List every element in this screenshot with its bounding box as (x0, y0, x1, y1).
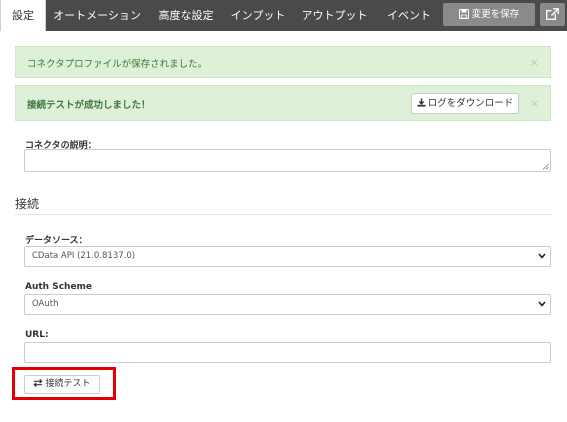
auth-scheme-label: Auth Scheme (25, 282, 93, 292)
test-connection-button[interactable]: 接続テスト (24, 375, 100, 394)
highlight-box: 接続テスト (12, 367, 116, 400)
tab-output[interactable]: アウトプット (292, 0, 377, 31)
datasource-select[interactable]: CData API (21.0.8137.0) (24, 246, 551, 267)
save-changes-button[interactable]: 変更を保存 (443, 3, 535, 26)
tab-events[interactable]: イベント (378, 0, 440, 31)
profile-saved-alert: コネクタプロファイルが保存されました。 × (15, 46, 551, 78)
close-icon[interactable]: × (530, 56, 539, 69)
tab-settings[interactable]: 設定 (0, 0, 46, 31)
download-log-button[interactable]: ログをダウンロード (411, 93, 519, 114)
save-changes-label: 変更を保存 (471, 9, 520, 20)
download-log-label: ログをダウンロード (427, 98, 514, 109)
close-icon[interactable]: × (530, 97, 539, 110)
open-external-button[interactable] (540, 3, 565, 26)
test-connection-label: 接続テスト (45, 379, 91, 389)
section-divider (15, 214, 551, 215)
profile-saved-message: コネクタプロファイルが保存されました。 (27, 59, 208, 70)
auth-scheme-value: OAuth (32, 299, 59, 309)
tab-automation[interactable]: オートメーション (47, 0, 147, 31)
test-success-alert: 接続テストが成功しました！ ログをダウンロード × (15, 85, 551, 121)
auth-scheme-select[interactable]: OAuth (24, 294, 551, 315)
url-input[interactable] (24, 342, 551, 363)
download-icon (417, 98, 426, 107)
tab-input[interactable]: インプット (225, 0, 291, 31)
tab-advanced[interactable]: 高度な設定 (148, 0, 224, 31)
save-icon (458, 9, 469, 19)
datasource-label: データソース： (25, 236, 88, 246)
test-success-message: 接続テストが成功しました！ (27, 100, 151, 111)
top-navbar: 設定 オートメーション 高度な設定 インプット アウトプット イベント 変更を保… (0, 0, 567, 31)
url-label: URL: (25, 330, 49, 340)
section-title-connection: 接続 (15, 197, 40, 211)
resize-grip-icon[interactable] (542, 163, 549, 170)
description-textarea[interactable] (24, 149, 551, 172)
chevron-down-icon (538, 301, 546, 307)
datasource-value: CData API (21.0.8137.0) (32, 251, 136, 261)
external-link-icon (546, 8, 559, 20)
exchange-icon (33, 379, 44, 387)
chevron-down-icon (538, 253, 546, 259)
